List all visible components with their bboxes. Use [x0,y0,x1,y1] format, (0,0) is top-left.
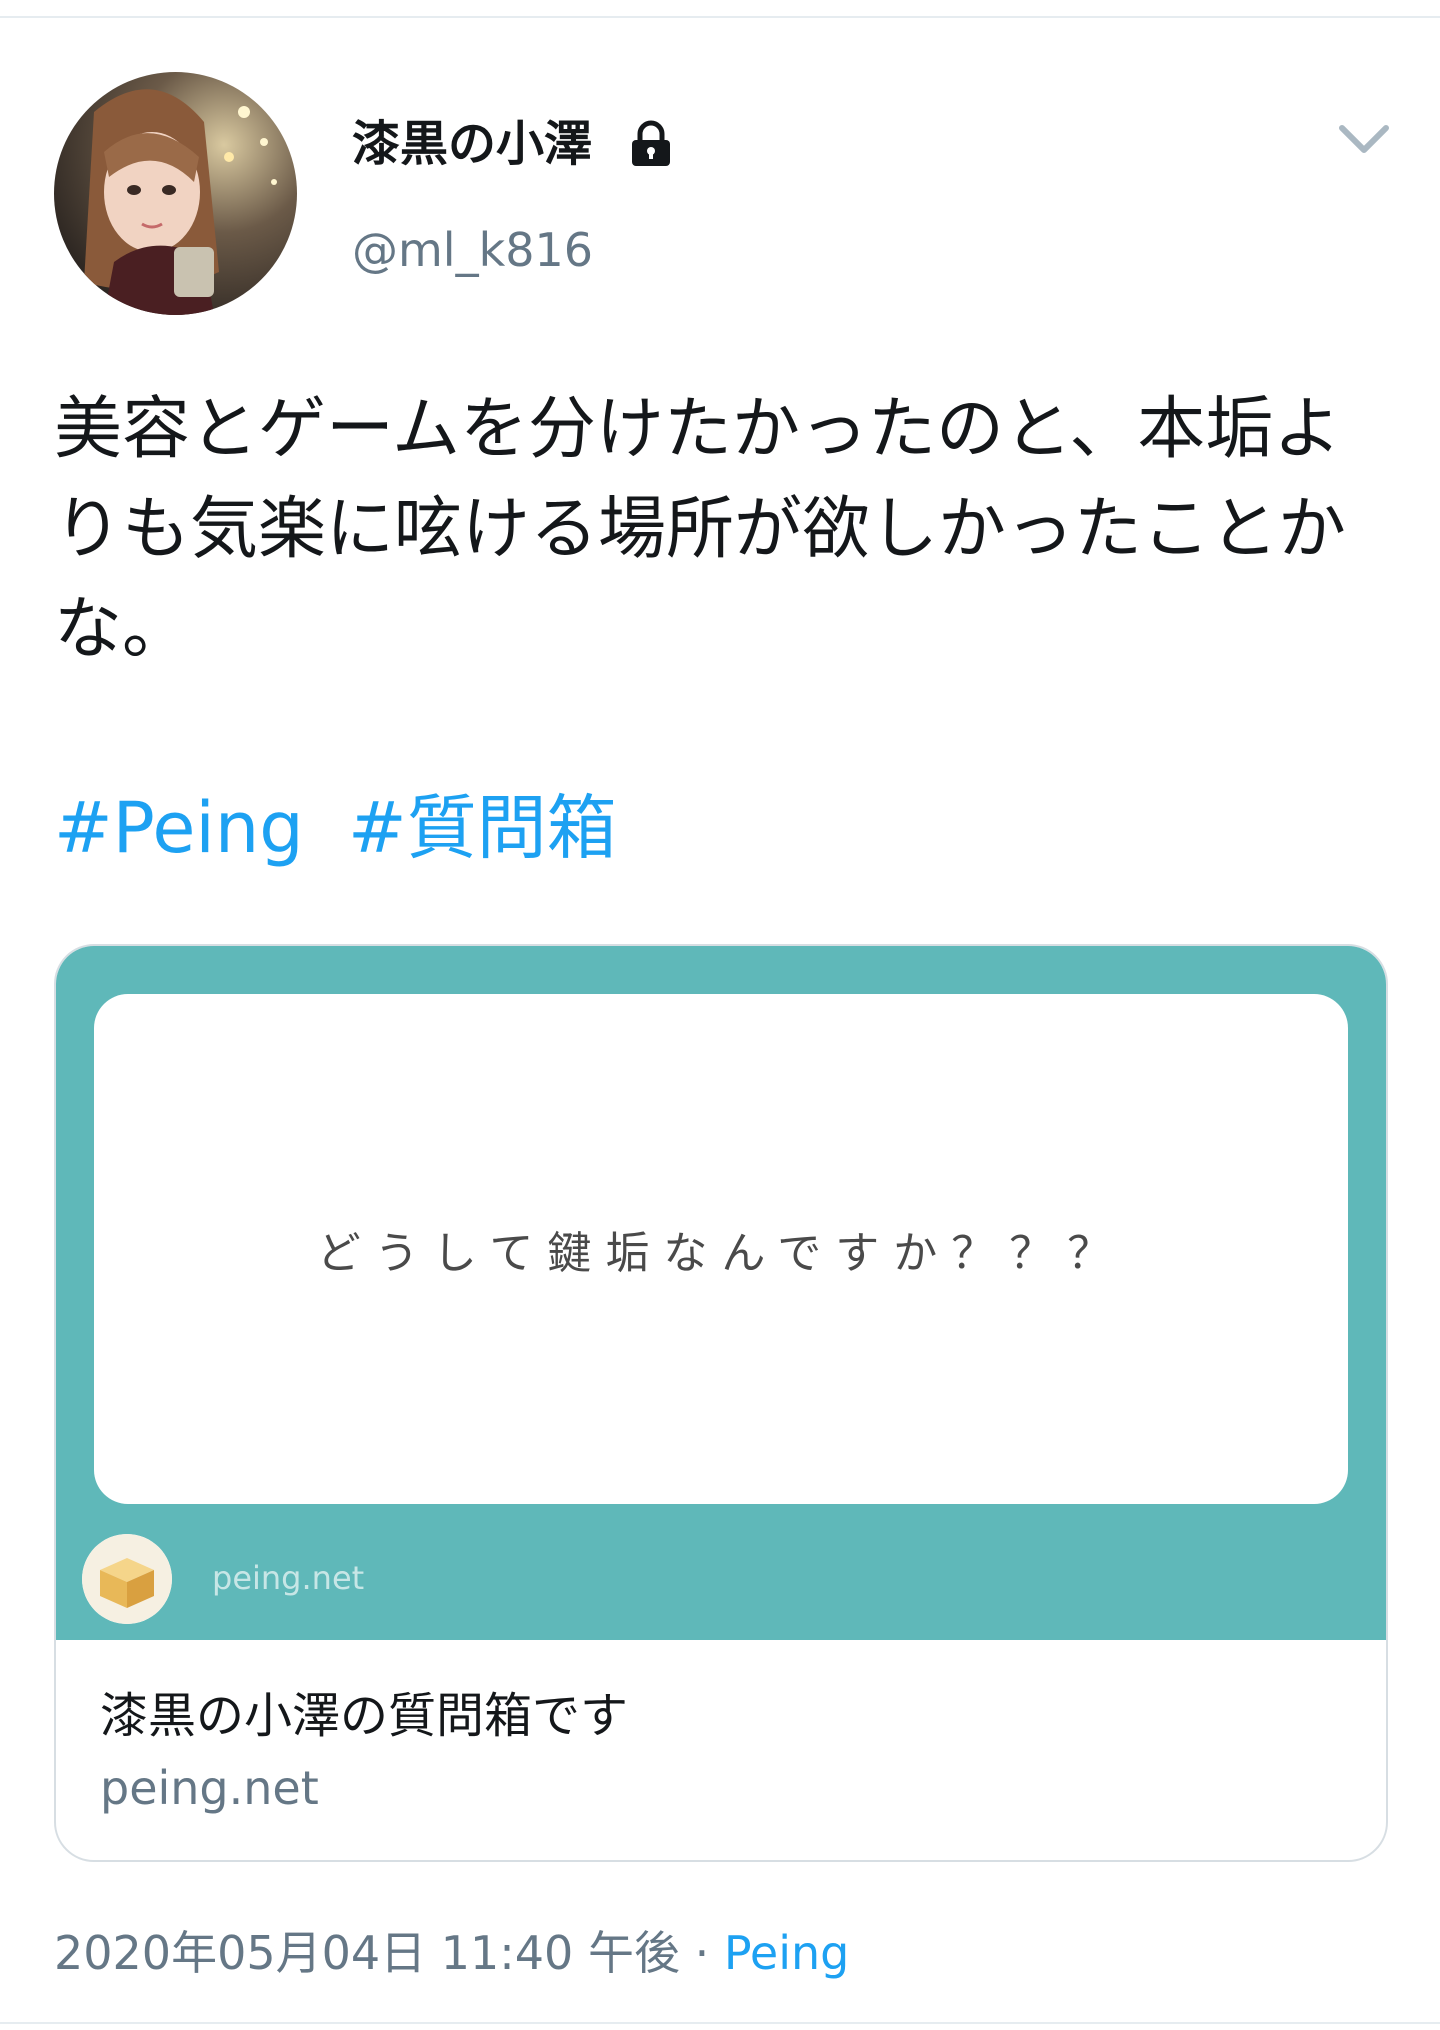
tweet-text: 美容とゲームを分けたかったのと、本垢よりも気楽に呟ける場所が欲しかったことかな。 [54,390,1347,669]
source-link[interactable]: Peing [724,1926,850,1980]
question-panel: どうして鍵垢なんですか？？？ [94,994,1348,1504]
hashtag-list: #Peing #質問箱 [54,778,639,878]
display-name[interactable]: 漆黒の小澤 [352,110,592,178]
top-divider [0,16,1440,18]
avatar[interactable] [54,72,297,315]
image-domain-label: peing.net [212,1559,365,1597]
user-handle[interactable]: @ml_k816 [352,218,593,282]
card-image: どうして鍵垢なんですか？？？ peing.net [56,946,1386,1640]
card-domain: peing.net [100,1761,319,1815]
timestamp[interactable]: 2020年05月04日 11:40 午後 [54,1926,680,1980]
bottom-divider [0,2022,1440,2024]
lock-icon [632,120,670,166]
chevron-down-icon[interactable] [1336,118,1392,158]
peing-box-icon [82,1534,172,1624]
card-title[interactable]: 漆黒の小澤の質問箱です [100,1684,628,1748]
hashtag-link[interactable]: #質問箱 [348,787,617,869]
meta-separator: · [679,1926,724,1980]
avatar-image [54,72,297,315]
hashtag-link[interactable]: #Peing [54,787,304,869]
question-text: どうして鍵垢なんですか？？？ [316,1228,1126,1279]
link-card[interactable]: どうして鍵垢なんですか？？？ peing.net 漆黒の小澤の質問箱です pei… [54,944,1388,1862]
tweet-meta: 2020年05月04日 11:40 午後 · Peing [54,1920,849,1986]
